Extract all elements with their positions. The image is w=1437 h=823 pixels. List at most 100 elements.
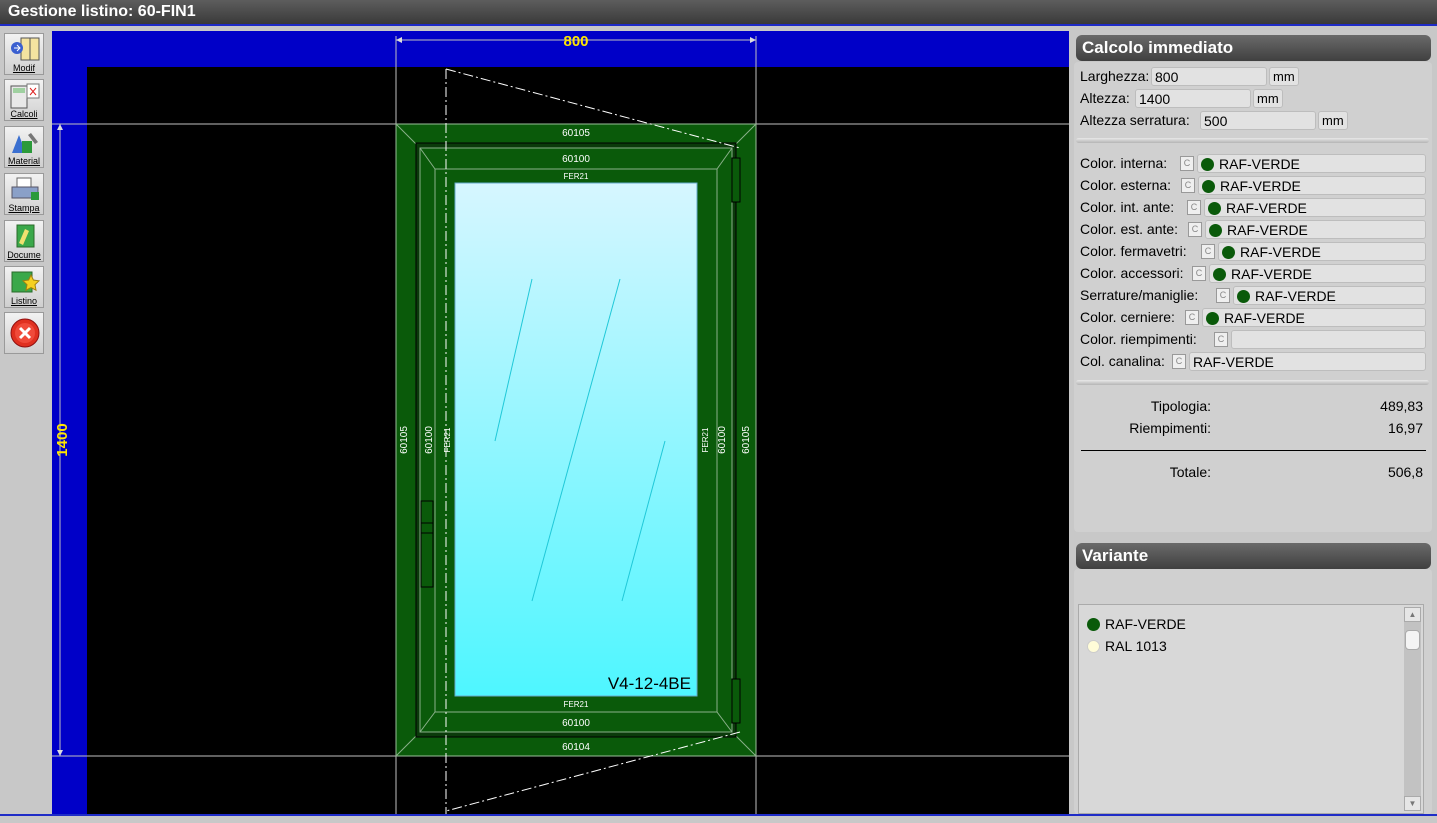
height-dimension: 1400 bbox=[54, 423, 71, 456]
color-row-label: Color. accessori: bbox=[1080, 265, 1184, 281]
altezza-serratura-label: Altezza serratura: bbox=[1080, 112, 1190, 128]
color-picker-button[interactable]: C bbox=[1181, 178, 1195, 193]
color-row-label: Color. int. ante: bbox=[1080, 199, 1175, 215]
window-title: Gestione listino: 60-FIN1 bbox=[8, 3, 196, 20]
color-row-label: Serrature/maniglie: bbox=[1080, 287, 1199, 303]
color-picker-button[interactable]: C bbox=[1188, 222, 1202, 237]
color-value: RAF-VERDE bbox=[1220, 178, 1301, 194]
document-icon bbox=[16, 224, 35, 248]
modif-label: Modif bbox=[12, 63, 35, 73]
color-row-label: Col. canalina: bbox=[1080, 353, 1165, 369]
material-button[interactable]: Material bbox=[4, 126, 44, 168]
color-value-field[interactable]: RAF-VERDE bbox=[1204, 198, 1426, 217]
color-value-field[interactable]: RAF-VERDE bbox=[1197, 154, 1426, 173]
color-value-field[interactable] bbox=[1231, 330, 1426, 349]
color-value-field[interactable]: RAF-VERDE bbox=[1218, 242, 1426, 261]
altezza-input[interactable]: 1400 bbox=[1135, 89, 1251, 108]
color-swatch bbox=[1208, 202, 1221, 215]
larghezza-row: Larghezza: 800 mm bbox=[1080, 67, 1430, 87]
color-row-label: Color. cerniere: bbox=[1080, 309, 1175, 325]
color-value: RAF-VERDE bbox=[1193, 354, 1274, 370]
color-swatch bbox=[1237, 290, 1250, 303]
variante-item[interactable]: RAF-VERDE bbox=[1087, 616, 1186, 632]
color-picker-button[interactable]: C bbox=[1187, 200, 1201, 215]
color-swatch bbox=[1087, 640, 1100, 653]
profile-top-sash: 60100 bbox=[562, 154, 590, 165]
close-button[interactable] bbox=[4, 312, 44, 354]
totals-divider bbox=[1081, 450, 1426, 451]
stampa-button[interactable]: Stampa bbox=[4, 173, 44, 215]
scroll-down-icon[interactable]: ▼ bbox=[1404, 796, 1421, 811]
riempimenti-label: Riempimenti: bbox=[1129, 420, 1211, 436]
color-picker-button[interactable]: C bbox=[1185, 310, 1199, 325]
profile-top-bead: FER21 bbox=[564, 172, 589, 181]
title-bar: Gestione listino: 60-FIN1 bbox=[0, 0, 1437, 26]
drawing-canvas[interactable]: 800 1400 V4-12-4BE 60105 60100 FER21 FER… bbox=[52, 31, 1069, 814]
calculator-icon bbox=[10, 83, 40, 109]
right-panel: Calcolo immediato Larghezza: 800 mm Alte… bbox=[1071, 31, 1437, 814]
color-picker-button[interactable]: C bbox=[1172, 354, 1186, 369]
color-row: Color. cerniere: C RAF-VERDE bbox=[1080, 308, 1432, 328]
color-swatch bbox=[1209, 224, 1222, 237]
larghezza-input[interactable]: 800 bbox=[1151, 67, 1267, 86]
altezza-label: Altezza: bbox=[1080, 90, 1130, 106]
color-value-field[interactable]: RAF-VERDE bbox=[1209, 264, 1426, 283]
handle-grip bbox=[420, 522, 434, 534]
altezza-serratura-input[interactable]: 500 bbox=[1200, 111, 1316, 130]
modif-button[interactable]: Modif bbox=[4, 33, 44, 75]
color-picker-button[interactable]: C bbox=[1201, 244, 1215, 259]
status-strip bbox=[0, 814, 1437, 823]
color-value: RAF-VERDE bbox=[1231, 266, 1312, 282]
color-value-field[interactable]: RAF-VERDE bbox=[1189, 352, 1426, 371]
calcoli-button[interactable]: Calcoli bbox=[4, 79, 44, 121]
window-drawing[interactable]: 800 1400 V4-12-4BE 60105 60100 FER21 FER… bbox=[52, 31, 1069, 814]
color-picker-button[interactable]: C bbox=[1214, 332, 1228, 347]
close-icon bbox=[10, 318, 40, 348]
profile-bottom-sash: 60100 bbox=[562, 718, 590, 729]
color-value-field[interactable]: RAF-VERDE bbox=[1198, 176, 1426, 195]
edit-window-icon bbox=[11, 37, 40, 61]
color-swatch bbox=[1202, 180, 1215, 193]
calcoli-label: Calcoli bbox=[10, 109, 38, 119]
color-row-label: Color. riempimenti: bbox=[1080, 331, 1197, 347]
profile-bottom-bead: FER21 bbox=[564, 700, 589, 709]
scroll-up-icon[interactable]: ▲ bbox=[1404, 607, 1421, 622]
color-row-label: Color. esterna: bbox=[1080, 177, 1172, 193]
altezza-serratura-row: Altezza serratura: 500 mm bbox=[1080, 111, 1430, 131]
color-value: RAF-VERDE bbox=[1240, 244, 1321, 260]
totale-label: Totale: bbox=[1169, 464, 1211, 480]
variante-scrollbar[interactable]: ▲ ▼ bbox=[1404, 607, 1421, 811]
variante-item[interactable]: RAL 1013 bbox=[1087, 638, 1167, 654]
listino-button[interactable]: Listino bbox=[4, 266, 44, 308]
profile-top-outer: 60105 bbox=[562, 128, 590, 139]
variante-item-label: RAL 1013 bbox=[1105, 638, 1167, 654]
color-value: RAF-VERDE bbox=[1255, 288, 1336, 304]
color-row-label: Color. fermavetri: bbox=[1080, 243, 1187, 259]
bottom-hinge bbox=[731, 678, 741, 724]
calcolo-header: Calcolo immediato bbox=[1076, 35, 1431, 61]
color-picker-button[interactable]: C bbox=[1192, 266, 1206, 281]
variante-item-label: RAF-VERDE bbox=[1105, 616, 1186, 632]
color-swatch bbox=[1087, 618, 1100, 631]
color-row: Col. canalina: C RAF-VERDE bbox=[1080, 352, 1432, 372]
color-value-field[interactable]: RAF-VERDE bbox=[1205, 220, 1426, 239]
docume-button[interactable]: Docume bbox=[4, 220, 44, 262]
scroll-thumb[interactable] bbox=[1405, 630, 1420, 650]
color-value-field[interactable]: RAF-VERDE bbox=[1233, 286, 1426, 305]
color-picker-button[interactable]: C bbox=[1180, 156, 1194, 171]
totale-value: 506,8 bbox=[1387, 464, 1423, 480]
variante-list[interactable]: RAF-VERDE RAL 1013 ▲ ▼ bbox=[1078, 604, 1424, 814]
profile-left-bead: FER21 bbox=[443, 427, 452, 452]
profile-right-outer: 60105 bbox=[741, 426, 752, 454]
altezza-row: Altezza: 1400 mm bbox=[1080, 89, 1430, 109]
color-value-field[interactable]: RAF-VERDE bbox=[1202, 308, 1426, 327]
tipologia-label: Tipologia: bbox=[1150, 398, 1211, 414]
variante-header: Variante bbox=[1076, 543, 1431, 569]
color-picker-button[interactable]: C bbox=[1216, 288, 1230, 303]
color-row: Color. interna: C RAF-VERDE bbox=[1080, 154, 1432, 174]
material-label: Material bbox=[7, 156, 40, 166]
color-value: RAF-VERDE bbox=[1227, 222, 1308, 238]
separator bbox=[1076, 380, 1429, 385]
color-swatch bbox=[1222, 246, 1235, 259]
star-list-icon bbox=[11, 271, 41, 293]
